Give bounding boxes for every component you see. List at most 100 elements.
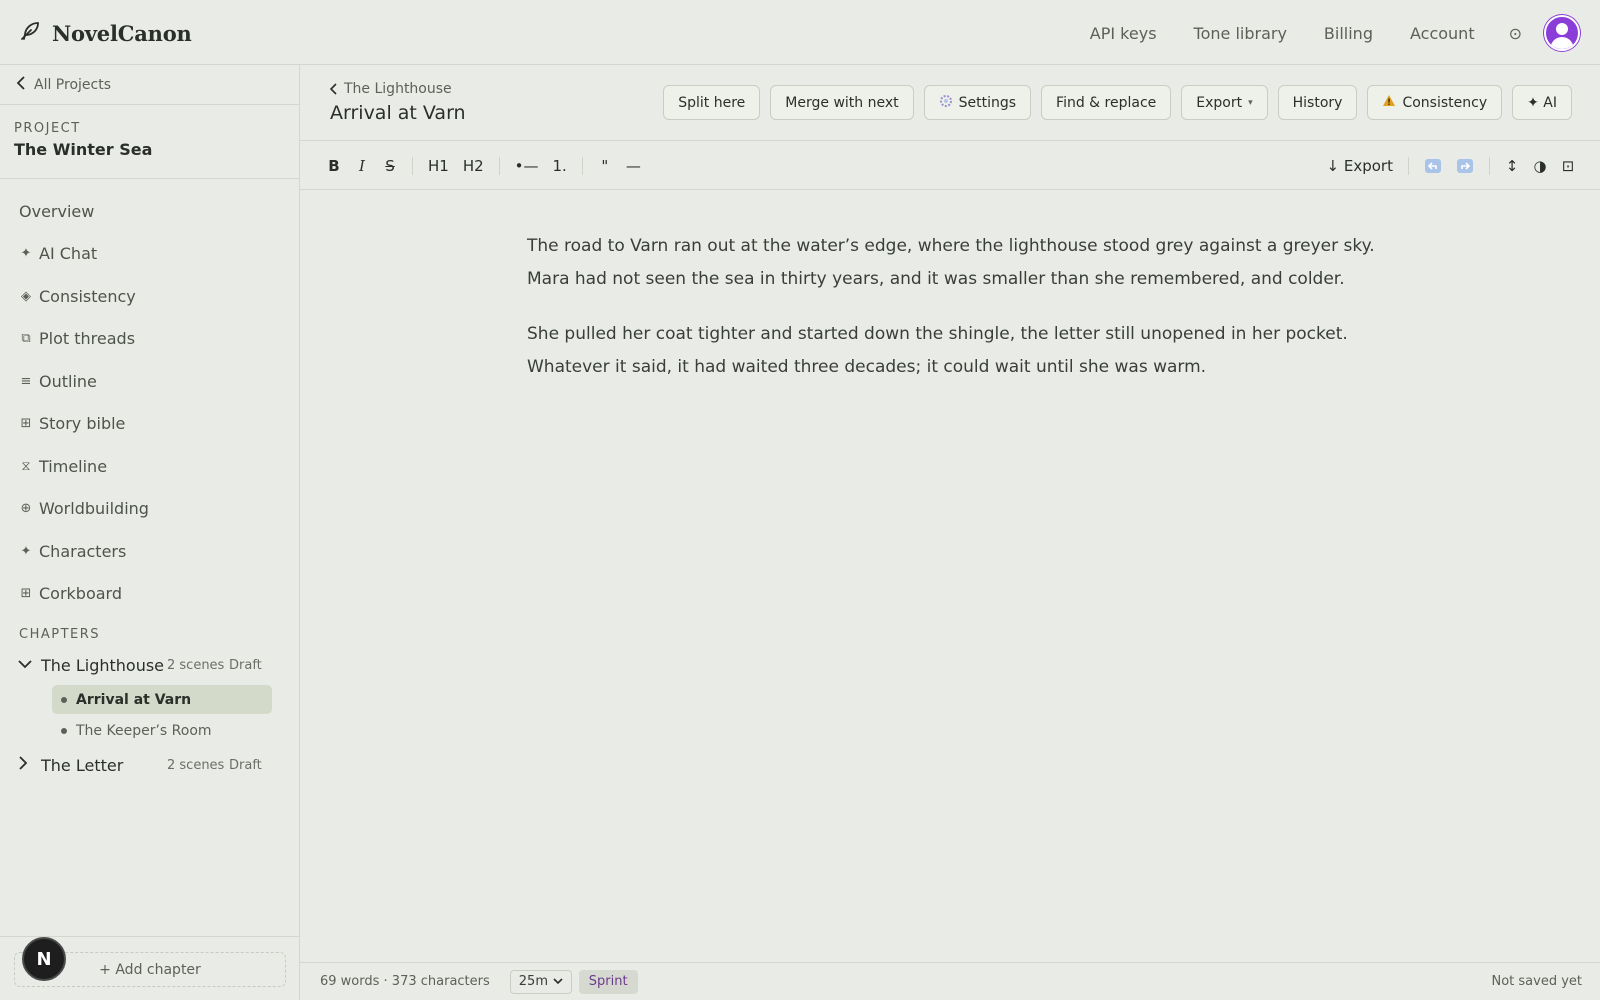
chapter-status: Draft: [229, 657, 262, 673]
heading2-button[interactable]: H2: [456, 151, 491, 181]
editor-content[interactable]: The road to Varn ran out at the water’s …: [527, 230, 1387, 406]
heading1-button[interactable]: H1: [421, 151, 456, 181]
all-projects-link[interactable]: All Projects: [0, 65, 299, 105]
n-badge-icon[interactable]: N: [22, 937, 66, 981]
toolbar-divider: [1489, 156, 1490, 175]
bullet-list-button[interactable]: •—: [508, 151, 546, 181]
consistency-label: Consistency: [1402, 94, 1488, 111]
toolbar-divider: [498, 156, 500, 175]
project-info: PROJECT The Winter Sea: [0, 105, 299, 179]
chevron-down-icon[interactable]: [18, 657, 36, 673]
quote-button[interactable]: ": [591, 151, 619, 181]
nav-tone-library[interactable]: Tone library: [1194, 24, 1287, 43]
sidebar-item-corkboard[interactable]: ⊞ Corkboard: [0, 573, 299, 616]
ai-button[interactable]: ✦ AI: [1512, 85, 1572, 120]
sidebar-item-story-bible[interactable]: ⊞ Story bible: [0, 403, 299, 446]
sidebar-item-outline[interactable]: ≡ Outline: [0, 360, 299, 403]
scene-title: Arrival at Varn: [76, 691, 192, 708]
toolbar-divider: [581, 156, 583, 175]
focus-mode-icon[interactable]: ⊡: [1554, 151, 1582, 181]
all-projects-label: All Projects: [34, 76, 111, 93]
grid-icon: ⊞: [20, 586, 32, 602]
save-status: Not saved yet: [1491, 974, 1582, 989]
scene-item-arrival-at-varn[interactable]: Arrival at Varn: [52, 685, 272, 714]
export-label: Export: [1196, 94, 1243, 111]
main-editor-area: The Lighthouse Arrival at Varn Split her…: [300, 65, 1600, 1000]
undo-button[interactable]: [1417, 151, 1449, 181]
editor-paragraph[interactable]: The road to Varn ran out at the water’s …: [527, 230, 1387, 296]
sidebar-item-timeline[interactable]: ⧖ Timeline: [0, 445, 299, 488]
sidebar-item-overview[interactable]: Overview: [0, 190, 299, 233]
sidebar-item-label: AI Chat: [39, 244, 98, 264]
bullet-icon: [61, 727, 67, 734]
breadcrumb[interactable]: The Lighthouse: [330, 81, 452, 97]
app-logo[interactable]: NovelCanon: [18, 18, 192, 48]
sidebar-item-consistency[interactable]: ◈ Consistency: [0, 275, 299, 318]
contrast-icon[interactable]: ◑: [1526, 151, 1554, 181]
hourglass-icon: ⧖: [21, 458, 31, 474]
sparkle-icon: ✦: [20, 543, 32, 559]
undo-icon: [1425, 158, 1441, 173]
italic-button[interactable]: I: [348, 151, 376, 181]
scene-item-the-keepers-room[interactable]: The Keeper’s Room: [52, 716, 272, 745]
line-height-icon[interactable]: ↕: [1498, 151, 1526, 181]
breadcrumb-chapter: The Lighthouse: [344, 81, 452, 97]
avatar[interactable]: [1544, 15, 1580, 51]
nav-account[interactable]: Account: [1410, 24, 1475, 43]
consistency-button[interactable]: Consistency: [1367, 85, 1503, 120]
toolbar-divider: [412, 156, 413, 175]
scene-actions: Split here Merge with next Settings Find…: [663, 85, 1572, 120]
globe-icon: ⊕: [20, 501, 32, 517]
nav-api-keys[interactable]: API keys: [1090, 24, 1157, 43]
settings-button[interactable]: Settings: [923, 85, 1032, 120]
sprint-duration-select[interactable]: 25m: [509, 969, 572, 994]
warning-icon: [1382, 94, 1396, 111]
sprint-button[interactable]: Sprint: [578, 969, 638, 994]
nav-billing[interactable]: Billing: [1324, 24, 1373, 43]
settings-label: Settings: [958, 94, 1017, 111]
word-count: 69 words · 373 characters: [320, 974, 490, 989]
chevron-left-icon: [330, 83, 337, 95]
caret-down-icon: ▾: [1248, 97, 1253, 108]
list-icon: ≡: [20, 373, 32, 389]
sidebar-item-ai-chat[interactable]: ✦ AI Chat: [0, 233, 299, 276]
horizontal-rule-button[interactable]: —: [619, 151, 648, 181]
sidebar-item-label: Story bible: [39, 414, 126, 434]
sidebar-item-label: Plot threads: [39, 329, 136, 349]
project-name: The Winter Sea: [14, 140, 153, 159]
status-bar: 69 words · 373 characters 25m Sprint Not…: [300, 962, 1600, 1000]
chapter-row-the-lighthouse[interactable]: The Lighthouse 2 scenes Draft: [0, 647, 299, 683]
split-here-button[interactable]: Split here: [663, 85, 761, 120]
numbered-list-button[interactable]: 1.: [546, 151, 574, 181]
sparkle-icon: ✦: [20, 246, 32, 262]
merge-with-next-button[interactable]: Merge with next: [770, 85, 914, 120]
sidebar-nav: Overview ✦ AI Chat ◈ Consistency ⧉ Plot …: [0, 179, 299, 615]
sprint-duration-value: 25m: [518, 974, 548, 989]
chapter-title: The Letter: [41, 755, 124, 775]
scene-header: The Lighthouse Arrival at Varn Split her…: [300, 65, 1600, 141]
export-dropdown-button[interactable]: Export ▾: [1181, 85, 1268, 120]
strikethrough-button[interactable]: S: [376, 151, 404, 181]
chevron-down-icon: [553, 978, 563, 985]
editor-paragraph[interactable]: She pulled her coat tighter and started …: [527, 318, 1387, 384]
chapter-status: Draft: [229, 757, 262, 773]
chapter-scene-count: 2 scenes: [167, 657, 225, 673]
redo-button[interactable]: [1449, 151, 1481, 181]
sidebar-item-label: Consistency: [39, 286, 136, 306]
sidebar-item-worldbuilding[interactable]: ⊕ Worldbuilding: [0, 488, 299, 531]
bold-button[interactable]: B: [320, 151, 348, 181]
history-button[interactable]: History: [1277, 85, 1358, 120]
sidebar-item-plot-threads[interactable]: ⧉ Plot threads: [0, 318, 299, 361]
sidebar-item-characters[interactable]: ✦ Characters: [0, 530, 299, 573]
chapter-row-the-letter[interactable]: The Letter 2 scenes Draft: [0, 747, 299, 783]
export-text-button[interactable]: ↓ Export: [1320, 151, 1400, 181]
format-toolbar: B I S H1 H2 •— 1. " — ↓ Export ↕ ◑ ⊡: [300, 141, 1600, 190]
help-icon[interactable]: ⊙: [1509, 24, 1522, 43]
feather-icon: [18, 19, 42, 47]
chevron-right-icon[interactable]: [18, 756, 36, 774]
sidebar-item-label: Corkboard: [39, 584, 123, 604]
redo-icon: [1457, 158, 1473, 173]
sidebar: All Projects PROJECT The Winter Sea Over…: [0, 65, 300, 1000]
find-replace-button[interactable]: Find & replace: [1041, 85, 1172, 120]
scene-title: The Keeper’s Room: [76, 722, 212, 739]
